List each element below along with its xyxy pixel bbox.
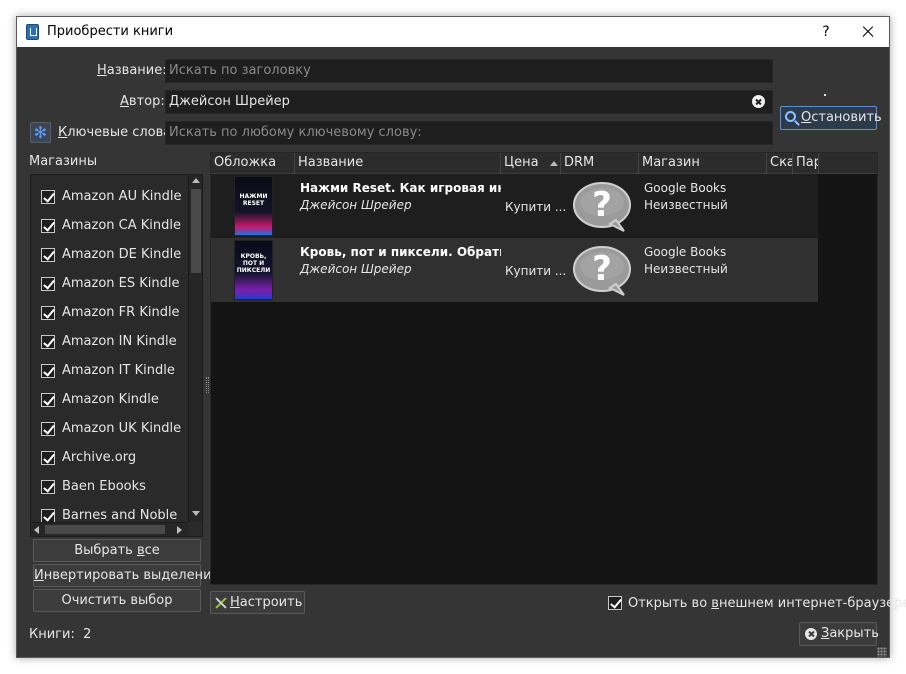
store-checkbox[interactable] bbox=[41, 277, 55, 291]
results-table: Обложка Название Цена DRM Магазин Ска Па… bbox=[210, 152, 878, 585]
help-button[interactable]: ? bbox=[811, 17, 841, 47]
book-drm-status: Неизвестный bbox=[644, 198, 728, 212]
book-store: Google Books bbox=[644, 245, 727, 259]
keywords-search-input[interactable]: Искать по любому ключевому слову: bbox=[165, 121, 773, 145]
sort-ascending-icon bbox=[550, 161, 558, 166]
store-checkbox[interactable] bbox=[41, 248, 55, 262]
cover-title: КРОВЬ, ПОТ И ПИКСЕЛИ bbox=[236, 253, 271, 274]
column-header-title[interactable]: Название bbox=[295, 153, 501, 174]
author-label: Автор: bbox=[120, 94, 165, 109]
keywords-label: Ключевые слова: bbox=[58, 125, 176, 140]
close-button[interactable]: Закрыть bbox=[799, 622, 879, 646]
cover-title: НАЖМИ RESET bbox=[239, 193, 268, 207]
checkbox-checked-icon[interactable] bbox=[608, 596, 622, 610]
table-row[interactable]: НАЖМИRESET Нажми Reset. Как игровая инду… bbox=[211, 174, 818, 238]
store-checkbox[interactable] bbox=[41, 306, 55, 320]
tools-icon bbox=[215, 597, 227, 609]
search-icon bbox=[785, 111, 796, 122]
table-header: Обложка Название Цена DRM Магазин Ска Па… bbox=[211, 153, 877, 174]
books-count: Книги: 2 bbox=[29, 627, 92, 642]
scroll-up-icon[interactable] bbox=[192, 178, 200, 183]
store-checkbox[interactable] bbox=[41, 480, 55, 494]
configure-button[interactable]: Настроить bbox=[210, 591, 305, 614]
book-price: Купити ... bbox=[505, 264, 567, 278]
scroll-down-icon[interactable] bbox=[192, 511, 200, 516]
invert-selection-button[interactable]: Инвертировать выделение bbox=[33, 564, 220, 587]
stores-horizontal-scrollbar[interactable] bbox=[31, 522, 188, 536]
resize-grip[interactable] bbox=[877, 647, 887, 657]
column-header-drm[interactable]: DRM bbox=[561, 153, 639, 174]
store-checkbox[interactable] bbox=[41, 190, 55, 204]
window-title: Приобрести книги bbox=[47, 24, 174, 39]
book-author: Джейсон Шрейер bbox=[300, 198, 412, 212]
store-checkbox[interactable] bbox=[41, 335, 55, 349]
book-cover: НАЖМИ RESET bbox=[234, 176, 273, 236]
window-close-button[interactable] bbox=[853, 17, 883, 47]
scroll-thumb[interactable] bbox=[45, 525, 165, 534]
clear-author-icon[interactable] bbox=[752, 95, 765, 108]
panel-splitter[interactable] bbox=[206, 377, 209, 393]
store-checkbox[interactable] bbox=[41, 393, 55, 407]
scroll-thumb[interactable] bbox=[191, 189, 201, 273]
svg-text:?: ? bbox=[592, 185, 612, 225]
get-books-dialog: Приобрести книги ? Название: Искать по з… bbox=[16, 16, 906, 658]
stores-vertical-scrollbar[interactable] bbox=[188, 175, 202, 522]
title-search-input[interactable]: Искать по заголовку bbox=[165, 59, 773, 83]
store-checkbox[interactable] bbox=[41, 451, 55, 465]
book-price: Купити ... bbox=[505, 200, 567, 214]
store-checkbox[interactable] bbox=[41, 509, 55, 523]
stores-title: Магазины bbox=[29, 154, 98, 169]
calibre-book-icon bbox=[26, 24, 39, 40]
title-bar: Приобрести книги ? bbox=[17, 17, 889, 47]
clear-selection-button[interactable]: Очистить выбор bbox=[33, 589, 201, 612]
select-all-button[interactable]: Выбрать все bbox=[33, 539, 201, 562]
svg-text:?: ? bbox=[592, 249, 612, 289]
store-checkbox[interactable] bbox=[41, 219, 55, 233]
gear-icon[interactable]: ✻ bbox=[30, 122, 51, 143]
book-drm-status: Неизвестный bbox=[644, 262, 728, 276]
book-title: Кровь, пот и пиксели. Обратная bbox=[300, 245, 501, 259]
busy-indicator bbox=[824, 94, 826, 96]
stores-list: Amazon AU Kindle Amazon CA Kindle Amazon… bbox=[30, 174, 203, 537]
column-header-download[interactable]: Ска bbox=[767, 153, 793, 174]
title-label: Название: bbox=[97, 63, 167, 78]
book-store: Google Books bbox=[644, 181, 727, 195]
store-checkbox[interactable] bbox=[41, 422, 55, 436]
drm-unknown-icon: ? bbox=[573, 246, 631, 296]
column-header-store[interactable]: Магазин bbox=[639, 153, 767, 174]
column-header-cover[interactable]: Обложка bbox=[211, 153, 295, 174]
book-title: Нажми Reset. Как игровая индустрия bbox=[300, 181, 501, 195]
close-circle-icon bbox=[805, 628, 817, 640]
column-header-affiliate[interactable]: Пар bbox=[793, 153, 819, 174]
drm-unknown-icon: ? bbox=[573, 182, 631, 232]
store-checkbox[interactable] bbox=[41, 364, 55, 378]
scroll-left-icon[interactable] bbox=[34, 526, 39, 534]
table-row[interactable]: КРОВЬ, ПОТ И ПИКСЕЛИ Кровь, пот и пиксели.… bbox=[211, 238, 818, 302]
book-author: Джейсон Шрейер bbox=[300, 262, 412, 276]
book-cover: КРОВЬ, ПОТ И ПИКСЕЛИ bbox=[234, 240, 273, 300]
stop-button[interactable]: Остановить bbox=[780, 106, 882, 130]
scroll-right-icon[interactable] bbox=[177, 526, 182, 534]
author-search-input[interactable]: Джейсон Шрейер bbox=[165, 90, 773, 114]
